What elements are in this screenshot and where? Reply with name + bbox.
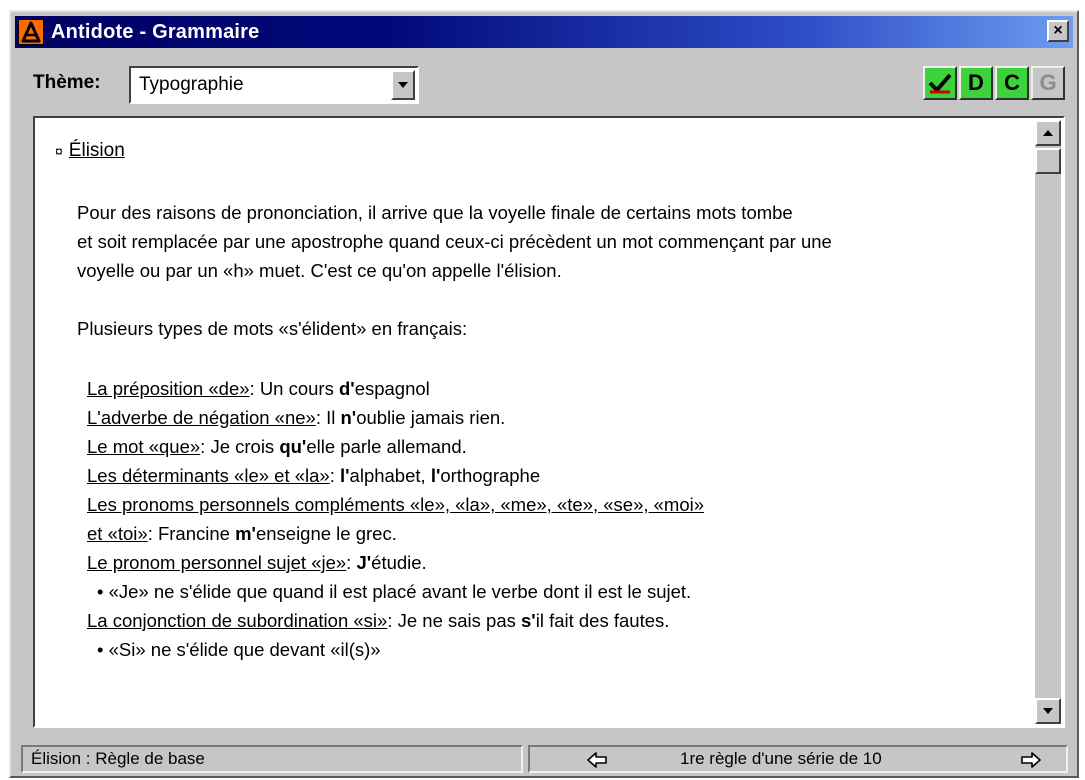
status-rule-name: Élision : Règle de base xyxy=(21,745,523,773)
rule-elided: qu' xyxy=(279,436,307,457)
rule-determinants: Les déterminants «le» et «la»: l'alphabe… xyxy=(87,461,540,490)
rule-negation: L'adverbe de négation «ne»: Il n'oublie … xyxy=(87,403,505,432)
title-bar[interactable]: Antidote - Grammaire × xyxy=(15,16,1073,48)
scroll-down-button[interactable] xyxy=(1035,698,1061,724)
conjugation-button[interactable]: C xyxy=(995,66,1029,100)
rule-pronoun-subject: Le pronom personnel sujet «je»: J'étudie… xyxy=(87,548,427,577)
rule-example-end: elle parle allemand. xyxy=(306,436,467,457)
rule-example-end: enseigne le grec. xyxy=(255,523,397,544)
intro-line-2: et soit remplacée par une apostrophe qua… xyxy=(77,231,832,252)
rule-example-end-2: orthographe xyxy=(440,465,541,486)
arrow-right-icon xyxy=(1021,752,1041,768)
rule-elided: d' xyxy=(338,378,355,399)
window-title: Antidote - Grammaire xyxy=(51,21,260,43)
arrow-left-icon xyxy=(587,752,607,768)
rule-label[interactable]: La préposition «de» xyxy=(87,378,250,399)
rule-example: Je crois xyxy=(210,436,280,457)
scroll-thumb[interactable] xyxy=(1035,148,1061,174)
rule-example: Il xyxy=(326,407,341,428)
rule-si: La conjonction de subordination «si»: Je… xyxy=(87,606,669,635)
rule-preposition: La préposition «de»: Un cours d'espagnol xyxy=(87,374,430,403)
conjugation-c-icon: C xyxy=(1004,70,1020,95)
rule-example-end: espagnol xyxy=(354,378,430,399)
intro-paragraph: Pour des raisons de prononciation, il ar… xyxy=(77,198,1027,285)
rule-pronouns-complement-cont: et «toi»: Francine m'enseigne le grec. xyxy=(87,519,397,548)
theme-label: Thème: xyxy=(33,72,101,93)
rule-label[interactable]: Le pronom personnel sujet «je» xyxy=(87,552,346,573)
rule-elided: s' xyxy=(521,610,536,631)
note-si: • «Si» ne s'élide que devant «il(s)» xyxy=(97,639,381,660)
rule-label[interactable]: Les pronoms personnels compléments «le»,… xyxy=(87,494,704,515)
dictionary-d-icon: D xyxy=(968,70,984,95)
theme-dropdown-button[interactable] xyxy=(391,70,415,100)
rule-example: Francine xyxy=(157,523,236,544)
arrow-down-icon xyxy=(1043,708,1053,714)
rule-label[interactable]: Le mot «que» xyxy=(87,436,200,457)
vertical-scrollbar[interactable] xyxy=(1035,120,1061,724)
rule-label[interactable]: Les déterminants «le» et «la» xyxy=(87,465,330,486)
toolbar: D C G xyxy=(923,66,1065,100)
rule-sep: : xyxy=(200,436,211,457)
rule-elided: J' xyxy=(356,552,372,573)
rule-sep: : xyxy=(329,465,340,486)
close-icon: × xyxy=(1053,22,1063,39)
previous-rule-button[interactable] xyxy=(584,749,610,771)
intro-line-3: voyelle ou par un «h» muet. C'est ce qu'… xyxy=(77,260,562,281)
next-rule-button[interactable] xyxy=(1018,749,1044,771)
rule-elided: m' xyxy=(235,523,256,544)
section-heading[interactable]: ¤ Élision xyxy=(55,140,125,162)
rule-sep: : xyxy=(249,378,260,399)
status-navigation: 1re règle d'une série de 10 xyxy=(528,745,1068,773)
check-icon xyxy=(928,73,952,94)
rule-pronouns-complement: Les pronoms personnels compléments «le»,… xyxy=(87,490,704,519)
rule-example-end: il fait des fautes. xyxy=(535,610,670,631)
rule-sep: : xyxy=(387,610,398,631)
intro-line-1: Pour des raisons de prononciation, il ar… xyxy=(77,202,793,223)
antidote-logo-icon xyxy=(18,19,44,45)
correction-check-button[interactable] xyxy=(923,66,957,100)
rule-example-end: alphabet, xyxy=(349,465,431,486)
dictionary-button[interactable]: D xyxy=(959,66,993,100)
series-position: 1re règle d'une série de 10 xyxy=(680,749,882,768)
rule-label[interactable]: L'adverbe de négation «ne» xyxy=(87,407,316,428)
rule-sep: : xyxy=(315,407,327,428)
rule-text: ¤ Élision Pour des raisons de prononciati… xyxy=(35,118,1025,726)
antidote-window: Antidote - Grammaire × Thème: Typographi… xyxy=(9,10,1079,778)
grammar-content-panel: ¤ Élision Pour des raisons de prononciati… xyxy=(33,116,1065,728)
rule-elided: n' xyxy=(340,407,357,428)
rule-example-end: oublie jamais rien. xyxy=(356,407,506,428)
rule-label[interactable]: et «toi» xyxy=(87,523,148,544)
theme-dropdown-value: Typographie xyxy=(139,74,244,95)
theme-dropdown[interactable]: Typographie xyxy=(129,66,419,104)
note-je: • «Je» ne s'élide que quand il est placé… xyxy=(97,581,692,602)
rule-que: Le mot «que»: Je crois qu'elle parle all… xyxy=(87,432,467,461)
types-paragraph: Plusieurs types de mots «s'élident» en f… xyxy=(77,318,468,339)
rule-example: Je ne sais pas xyxy=(397,610,522,631)
rule-elided: l' xyxy=(340,465,350,486)
rule-example-end: étudie. xyxy=(371,552,427,573)
grammar-button[interactable]: G xyxy=(1031,66,1065,100)
section-heading-link[interactable]: Élision xyxy=(69,140,125,161)
grammar-g-icon: G xyxy=(1039,70,1057,95)
section-bullet-icon: ¤ xyxy=(55,143,63,159)
rule-sep: : xyxy=(346,552,357,573)
rule-example: Un cours xyxy=(259,378,339,399)
rule-label[interactable]: La conjonction de subordination «si» xyxy=(87,610,387,631)
chevron-down-icon xyxy=(398,82,408,88)
arrow-up-icon xyxy=(1043,130,1053,136)
rule-elided-2: l' xyxy=(430,465,441,486)
scroll-up-button[interactable] xyxy=(1035,120,1061,146)
rule-sep: : xyxy=(147,523,158,544)
close-button[interactable]: × xyxy=(1047,20,1069,42)
